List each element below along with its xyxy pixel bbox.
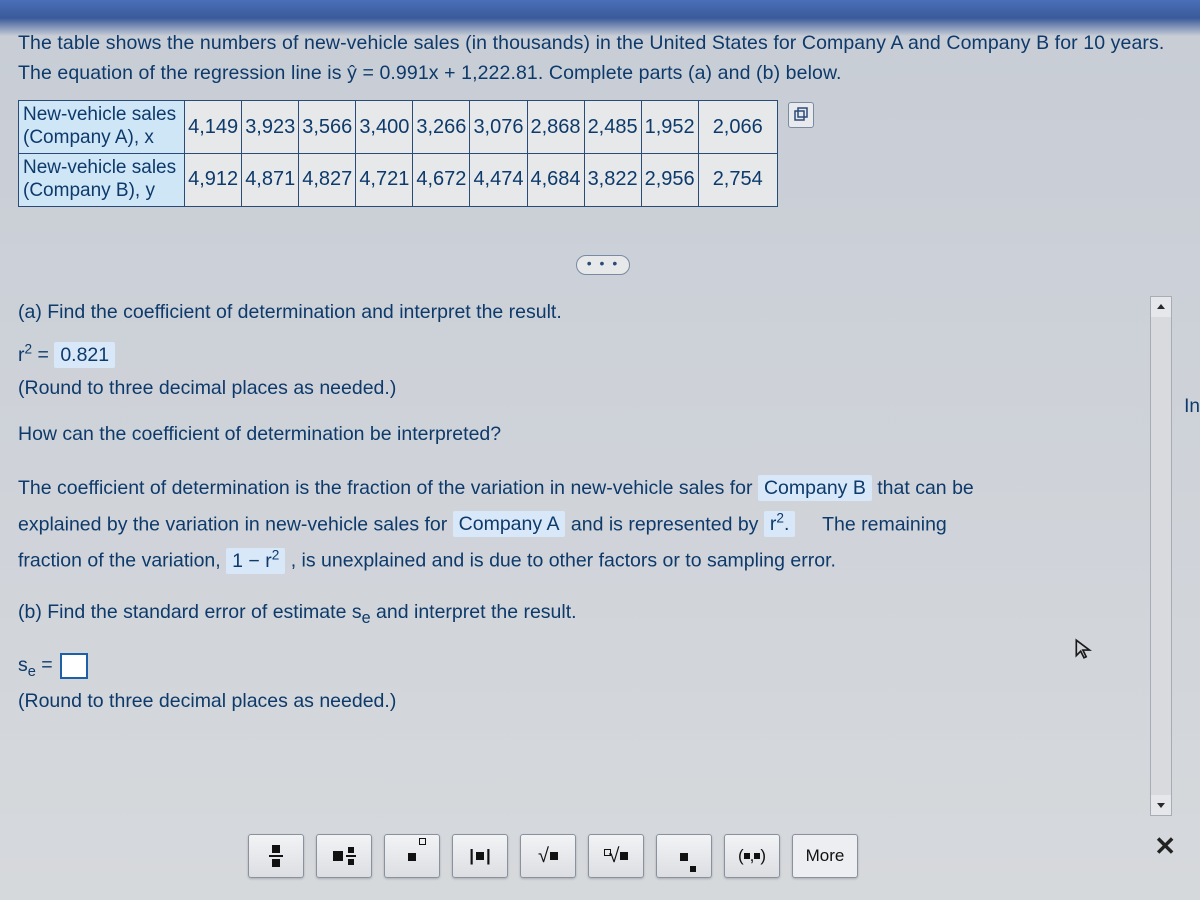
row-b-header: New-vehicle sales (Company B), y [19, 154, 185, 207]
scroll-track[interactable] [1151, 317, 1171, 795]
cell-b-6: 4,684 [527, 154, 584, 207]
cursor-icon [1073, 638, 1095, 660]
table-row: New-vehicle sales (Company A), x 4,149 3… [19, 101, 778, 154]
se-input[interactable] [60, 653, 88, 679]
dropdown-r2[interactable]: r2. [764, 511, 796, 537]
data-table: New-vehicle sales (Company A), x 4,149 3… [18, 100, 778, 206]
interpret-question: How can the coefficient of determination… [18, 416, 1188, 452]
side-truncated-text: In [1184, 396, 1200, 418]
row-a-label-line1: New-vehicle sales [23, 104, 176, 125]
row-b-label-line1: New-vehicle sales [23, 157, 176, 178]
interp-text-2c: The remaining [822, 513, 947, 535]
row-b-label-line2: (Company B), y [23, 180, 155, 201]
dropdown-company-b[interactable]: Company B [758, 475, 872, 501]
cell-b-8: 2,956 [641, 154, 698, 207]
round-note-b: (Round to three decimal places as needed… [18, 686, 1188, 716]
interp-text-1a: The coefficient of determination is the … [18, 477, 758, 499]
cell-b-9: 2,754 [698, 154, 777, 207]
cell-a-7: 2,485 [584, 101, 641, 154]
interp-text-3b: , is unexplained and is due to other fac… [291, 550, 836, 572]
problem-intro: The table shows the numbers of new-vehic… [18, 28, 1188, 88]
tool-subscript[interactable] [656, 834, 712, 878]
part-a-prompt: (a) Find the coefficient of determinatio… [18, 297, 1188, 327]
cell-b-5: 4,474 [470, 154, 527, 207]
interp-text-2b: and is represented by [571, 513, 764, 535]
cell-a-0: 4,149 [185, 101, 242, 154]
r-squared-value: 0.821 [54, 342, 115, 368]
close-icon[interactable]: ✕ [1154, 831, 1176, 862]
cell-a-8: 1,952 [641, 101, 698, 154]
tool-mixed-fraction[interactable] [316, 834, 372, 878]
vertical-scrollbar[interactable] [1150, 296, 1172, 816]
expand-ellipsis-button[interactable]: • • • [576, 255, 630, 275]
cell-b-0: 4,912 [185, 154, 242, 207]
tool-fraction[interactable] [248, 834, 304, 878]
interp-text-1b: that can be [877, 477, 974, 499]
tool-ordered-pair[interactable]: (,) [724, 834, 780, 878]
dropdown-company-a[interactable]: Company A [453, 511, 566, 537]
tool-square-root[interactable]: √ [520, 834, 576, 878]
tool-nth-root[interactable]: √ [588, 834, 644, 878]
tool-absolute-value[interactable]: || [452, 834, 508, 878]
cell-b-4: 4,672 [413, 154, 470, 207]
tool-exponent[interactable] [384, 834, 440, 878]
cell-b-1: 4,871 [242, 154, 299, 207]
interp-text-3a: fraction of the variation, [18, 550, 226, 572]
cell-a-3: 3,400 [356, 101, 413, 154]
se-label: se = [18, 654, 58, 676]
cell-a-1: 3,923 [242, 101, 299, 154]
cell-b-7: 3,822 [584, 154, 641, 207]
cell-a-6: 2,868 [527, 101, 584, 154]
table-row: New-vehicle sales (Company B), y 4,912 4… [19, 154, 778, 207]
cell-b-3: 4,721 [356, 154, 413, 207]
tool-more-button[interactable]: More [792, 834, 858, 878]
cell-a-9: 2,066 [698, 101, 777, 154]
round-note-a: (Round to three decimal places as needed… [18, 373, 1188, 403]
popout-table-icon[interactable] [788, 102, 814, 128]
math-toolbar: || √ √ (,) More [248, 834, 858, 878]
row-a-label-line2: (Company A), x [23, 127, 154, 148]
dropdown-1-minus-r2[interactable]: 1 − r2 [226, 548, 285, 574]
r-squared-label: r2 = [18, 344, 54, 366]
cell-a-5: 3,076 [470, 101, 527, 154]
cell-a-4: 3,266 [413, 101, 470, 154]
interp-text-2a: explained by the variation in new-vehicl… [18, 513, 453, 535]
cell-a-2: 3,566 [299, 101, 356, 154]
cell-b-2: 4,827 [299, 154, 356, 207]
part-b-prompt: (b) Find the standard error of estimate … [18, 597, 1188, 631]
scroll-down-button[interactable] [1151, 795, 1171, 815]
row-a-header: New-vehicle sales (Company A), x [19, 101, 185, 154]
scroll-up-button[interactable] [1151, 297, 1171, 317]
